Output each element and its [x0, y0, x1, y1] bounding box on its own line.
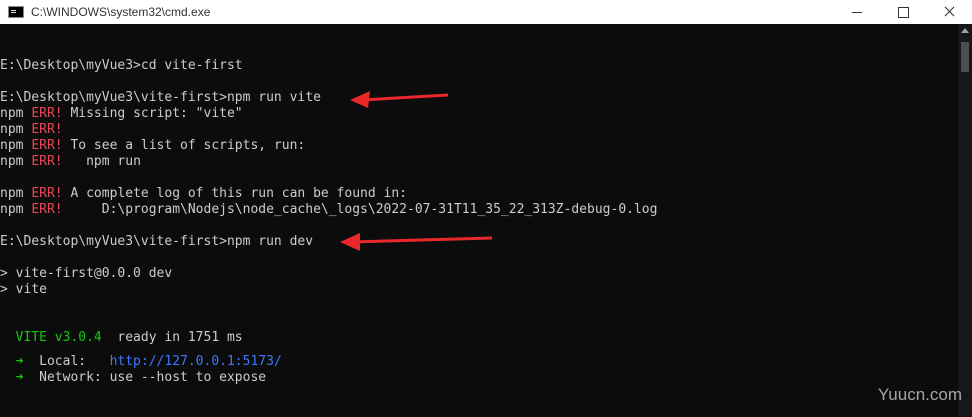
- url-text: http://127.0.0.1:5173/: [109, 354, 282, 369]
- console-text: Network: use --host to expose: [23, 370, 267, 385]
- error-tag: ERR!: [31, 106, 63, 121]
- error-tag: ERR!: [31, 138, 63, 153]
- console-line: ➜ Local: http://127.0.0.1:5173/: [0, 354, 282, 370]
- console-text: npm: [0, 138, 32, 153]
- error-tag: ERR!: [31, 202, 63, 217]
- console-text: D:\program\Nodejs\node_cache\_logs\2022-…: [62, 202, 658, 217]
- console-line: E:\Desktop\myVue3>cd vite-first: [0, 58, 243, 74]
- error-tag: ERR!: [31, 122, 63, 137]
- console-line: npm ERR! Missing script: "vite": [0, 106, 243, 122]
- console-text: > vite: [0, 282, 47, 297]
- console-line: > vite-first@0.0.0 dev: [0, 266, 172, 282]
- console-line: npm ERR! A complete log of this run can …: [0, 186, 407, 202]
- console-line: > vite: [0, 282, 47, 298]
- close-button[interactable]: [926, 0, 972, 24]
- window-title: C:\WINDOWS\system32\cmd.exe: [31, 5, 211, 19]
- console-text: > vite-first@0.0.0 dev: [0, 266, 173, 281]
- console-text: npm: [0, 122, 32, 137]
- maximize-button[interactable]: [880, 0, 926, 24]
- console-line: E:\Desktop\myVue3\vite-first>npm run dev: [0, 234, 313, 250]
- scroll-up-arrow-icon[interactable]: [961, 28, 969, 33]
- console-line: VITE v3.0.4 ready in 1751 ms: [0, 330, 243, 346]
- watermark-text: Yuucn.com: [877, 385, 962, 404]
- console-text: A complete log of this run can be found …: [62, 186, 407, 201]
- console-text: Missing script: "vite": [62, 106, 243, 121]
- console-line: npm ERR! D:\program\Nodejs\node_cache\_l…: [0, 202, 657, 218]
- error-tag: ERR!: [31, 154, 63, 169]
- minimize-button[interactable]: [834, 0, 880, 24]
- window-controls: [834, 0, 972, 24]
- console-text: ready in 1751 ms: [101, 330, 243, 345]
- console-text: VITE v3.0.4: [15, 330, 102, 345]
- cmd-icon: [8, 6, 24, 18]
- error-tag: ERR!: [31, 186, 63, 201]
- vertical-scrollbar[interactable]: [958, 24, 972, 417]
- console-text: E:\Desktop\myVue3\vite-first>npm run dev: [0, 234, 314, 249]
- console-text: Local:: [23, 354, 110, 369]
- console-line: npm ERR!: [0, 122, 63, 138]
- console-output[interactable]: E:\Desktop\myVue3>cd vite-first E:\Deskto…: [0, 24, 958, 417]
- console-line: ➜ Network: use --host to expose: [0, 370, 266, 386]
- console-text: npm: [0, 186, 32, 201]
- console-line: npm ERR! To see a list of scripts, run:: [0, 138, 305, 154]
- console-text: npm: [0, 106, 32, 121]
- console-line: npm ERR! npm run: [0, 154, 141, 170]
- console-text: To see a list of scripts, run:: [62, 138, 306, 153]
- scroll-thumb[interactable]: [961, 42, 969, 72]
- console-text: npm run: [62, 154, 141, 169]
- console-text: npm: [0, 154, 32, 169]
- console-text: E:\Desktop\myVue3\vite-first>npm run vit…: [0, 90, 321, 105]
- console-line: E:\Desktop\myVue3\vite-first>npm run vit…: [0, 90, 321, 106]
- console-text: npm: [0, 202, 32, 217]
- title-bar[interactable]: C:\WINDOWS\system32\cmd.exe: [0, 0, 972, 24]
- console-text: E:\Desktop\myVue3>cd vite-first: [0, 58, 243, 73]
